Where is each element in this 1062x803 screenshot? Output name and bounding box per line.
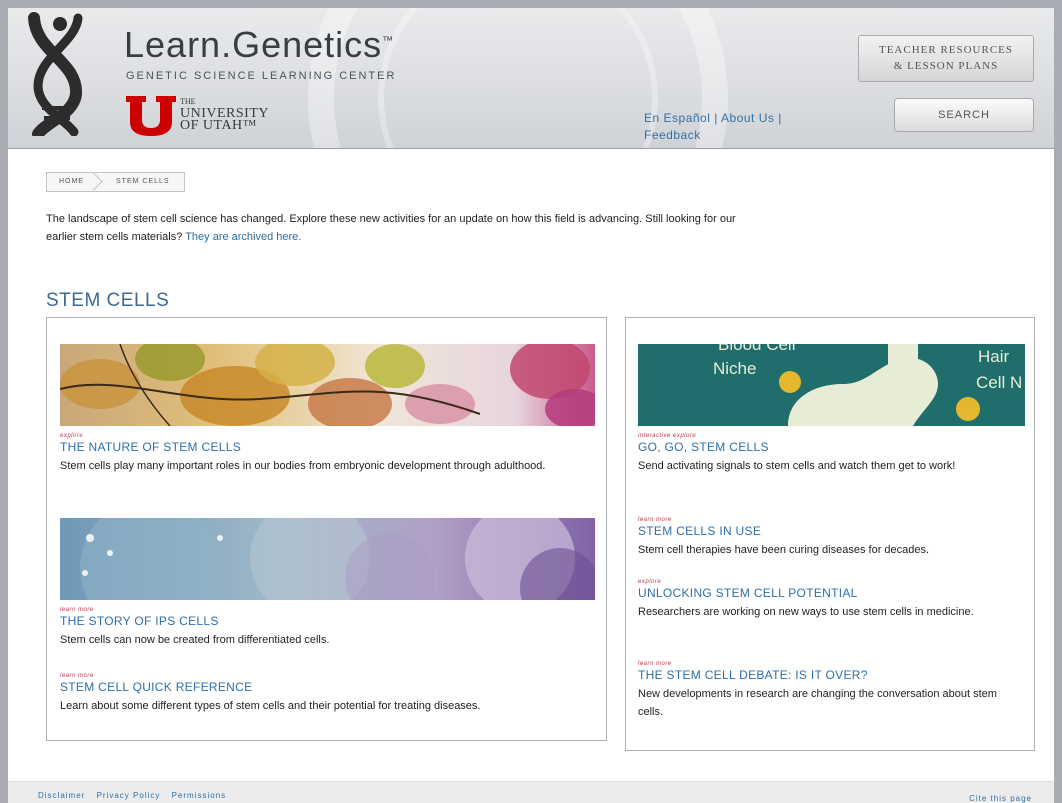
banner-label-cell-n: Cell N (976, 373, 1022, 392)
brand-trademark: ™ (382, 35, 395, 47)
intro-text: The landscape of stem cell science has c… (46, 213, 736, 243)
item-title-link[interactable]: STEM CELL QUICK REFERENCE (60, 680, 600, 695)
item-go-go-stem-cells: interactive explore GO, GO, STEM CELLS S… (638, 432, 1023, 475)
footer-link-privacy-policy[interactable]: Privacy Policy (97, 791, 161, 800)
item-story-of-ips-cells: learn more THE STORY OF IPS CELLS Stem c… (60, 606, 595, 649)
intro-paragraph: The landscape of stem cell science has c… (46, 210, 746, 246)
item-description: Send activating signals to stem cells an… (638, 460, 956, 472)
page: Learn.Genetics™ GENETIC SCIENCE LEARNING… (8, 8, 1054, 803)
item-title-link[interactable]: GO, GO, STEM CELLS (638, 440, 1023, 455)
link-about-us[interactable]: About Us (721, 111, 774, 125)
item-description: Stem cell therapies have been curing dis… (638, 544, 930, 556)
item-tag: explore (638, 579, 662, 585)
item-title-link[interactable]: THE STEM CELL DEBATE: IS IT OVER? (638, 668, 1023, 683)
item-title-link[interactable]: STEM CELLS IN USE (638, 524, 1023, 539)
item-description: Learn about some different types of stem… (60, 700, 481, 712)
item-title-link[interactable]: THE NATURE OF STEM CELLS (60, 440, 595, 455)
banner-label-hair: Hair (978, 347, 1010, 366)
item-nature-of-stem-cells: explore THE NATURE OF STEM CELLS Stem ce… (60, 432, 595, 475)
left-panel: explore THE NATURE OF STEM CELLS Stem ce… (46, 317, 607, 741)
footer-links: Disclaimer Privacy Policy Permissions (38, 791, 234, 800)
link-separator: | (778, 111, 782, 125)
item-description: Stem cells play many important roles in … (60, 460, 546, 472)
item-tag: learn more (60, 607, 94, 613)
page-title: STEM CELLS (46, 290, 170, 311)
item-stem-cell-debate: learn more THE STEM CELL DEBATE: IS IT O… (638, 660, 1023, 721)
item-description: Researchers are working on new ways to u… (638, 606, 974, 618)
item-tag: learn more (60, 673, 94, 679)
story-of-ips-cells-image[interactable] (60, 518, 595, 600)
brand-name: Learn.Genetics (124, 24, 383, 65)
dna-helix-logo-icon[interactable] (16, 12, 96, 136)
breadcrumb-current: STEM CELLS (116, 178, 170, 185)
breadcrumb-home[interactable]: HOME (47, 173, 98, 191)
search-button[interactable]: SEARCH (894, 98, 1034, 132)
banner-label-blood-cell: Blood Cell (718, 344, 796, 354)
item-title-link[interactable]: UNLOCKING STEM CELL POTENTIAL (638, 586, 1023, 601)
link-feedback[interactable]: Feedback (644, 128, 701, 142)
teacher-button-line1: TEACHER RESOURCES (878, 44, 1014, 56)
teacher-button-line2: & LESSON PLANS (893, 60, 999, 72)
item-stem-cells-in-use: learn more STEM CELLS IN USE Stem cell t… (638, 516, 1023, 559)
item-tag: learn more (638, 661, 672, 667)
site-header: Learn.Genetics™ GENETIC SCIENCE LEARNING… (8, 8, 1054, 149)
item-description: Stem cells can now be created from diffe… (60, 634, 330, 646)
university-u-logo-icon[interactable] (126, 96, 176, 136)
nature-of-stem-cells-image[interactable] (60, 344, 595, 426)
item-title-link[interactable]: THE STORY OF IPS CELLS (60, 614, 595, 629)
item-tag: interactive explore (638, 433, 697, 439)
go-go-stem-cells-image[interactable]: Blood Cell Niche Hair Cell N (638, 344, 1025, 426)
university-wordmark[interactable]: THE UNIVERSITY OF UTAH™ (180, 96, 269, 133)
item-description: New developments in research are changin… (638, 688, 997, 718)
link-en-espanol[interactable]: En Español (644, 111, 710, 125)
archived-link[interactable]: They are archived here. (185, 231, 301, 243)
banner-label-niche: Niche (713, 359, 756, 378)
link-separator: | (714, 111, 718, 125)
breadcrumb: HOME STEM CELLS (46, 172, 185, 192)
item-tag: explore (60, 433, 84, 439)
footer-link-disclaimer[interactable]: Disclaimer (38, 791, 85, 800)
university-line2: OF UTAH™ (180, 118, 257, 133)
item-unlocking-stem-cell-potential: explore UNLOCKING STEM CELL POTENTIAL Re… (638, 578, 1023, 621)
item-tag: learn more (638, 517, 672, 523)
seal-inner-ring (378, 8, 658, 148)
item-stem-cell-quick-reference: learn more STEM CELL QUICK REFERENCE Lea… (60, 672, 600, 715)
footer-link-permissions[interactable]: Permissions (172, 791, 227, 800)
brand-subtitle: GENETIC SCIENCE LEARNING CENTER (126, 70, 397, 82)
header-links: En Español | About Us | Feedback (644, 110, 824, 144)
cite-this-page-link[interactable]: Cite this page (969, 794, 1032, 803)
brand-title[interactable]: Learn.Genetics™ (124, 24, 394, 66)
site-footer: Disclaimer Privacy Policy Permissions Ci… (8, 781, 1054, 803)
right-panel: Blood Cell Niche Hair Cell N interactive… (625, 317, 1035, 751)
teacher-resources-button[interactable]: TEACHER RESOURCES & LESSON PLANS (858, 35, 1034, 82)
